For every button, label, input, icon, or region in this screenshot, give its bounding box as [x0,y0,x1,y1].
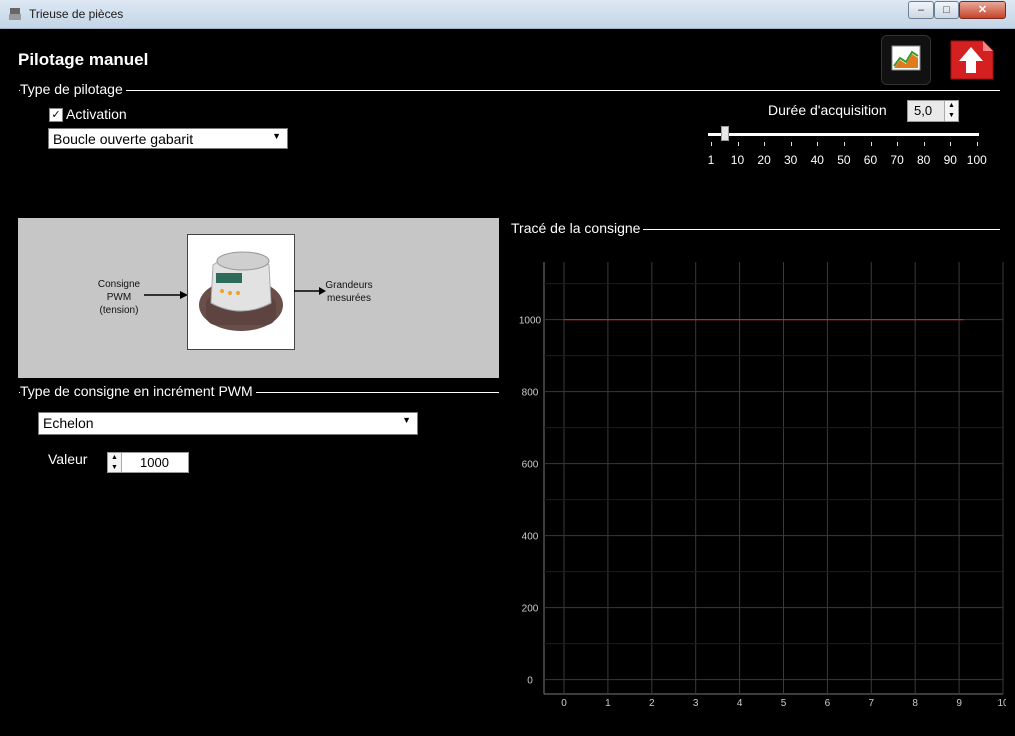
slider-handle[interactable] [721,126,729,141]
activation-label: Activation [66,106,127,122]
maximize-button[interactable]: □ [934,1,959,19]
consigne-section-label: Type de consigne en incrément PWM [20,383,256,399]
slider-tick [737,142,739,146]
diagram-input-line: (tension) [99,305,139,316]
diagram-input-label: Consigne PWM (tension) [90,278,148,317]
slider-tick [870,142,872,146]
y-tick-label: 1000 [519,316,542,327]
x-tick-label: 7 [869,698,875,709]
pilotage-mode-value: Boucle ouverte gabarit [53,131,194,147]
slider-tick [950,142,952,146]
consigne-value-spinbox[interactable]: ▲ ▼ 1000 [107,452,189,473]
slider-tick-label: 90 [943,153,957,167]
page-title: Pilotage manuel [18,50,149,69]
slider-tick-label: 100 [966,153,987,167]
y-tick-label: 600 [522,460,539,471]
x-tick-label: 9 [956,698,962,709]
pilotage-section-label: Type de pilotage [20,81,126,97]
pilotage-mode-select[interactable]: Boucle ouverte gabarit ▼ [48,128,288,149]
x-tick-label: 3 [693,698,699,709]
app-icon [9,8,21,20]
x-tick-label: 6 [825,698,831,709]
slider-tick-label: 50 [837,153,851,167]
slider-tick-label: 20 [757,153,771,167]
upload-arrow-icon [950,40,994,80]
diagram-input-line: PWM [106,292,132,303]
export-button[interactable] [947,35,995,83]
slider-tick [923,142,925,146]
slider-tick [817,142,819,146]
slider-tick-label: 10 [730,153,745,167]
chart-icon [891,45,921,71]
slider-tick [790,142,792,146]
pilotage-divider [19,90,1000,91]
consigne-type-select[interactable]: Echelon ▼ [38,412,418,435]
minimize-button[interactable]: – [908,1,934,19]
diagram-output-label: Grandeurs mesurées [322,279,376,305]
diagram-output-line: Grandeurs [325,280,373,291]
window-title: Trieuse de pièces [29,7,124,21]
y-tick-label: 400 [522,532,539,543]
x-tick-label: 4 [737,698,743,709]
acquisition-value: 5,0 [914,103,933,118]
arrow-right-icon [144,291,188,299]
spin-arrows-icon[interactable]: ▲ ▼ [944,101,958,121]
spin-arrows-icon[interactable]: ▲ ▼ [108,453,122,472]
slider-tick-label: 70 [890,153,904,167]
activation-checkbox[interactable]: ✓ [49,108,63,122]
close-button[interactable]: ✕ [959,1,1006,19]
slider-tick [977,142,978,146]
consigne-type-value: Echelon [43,415,94,431]
chart-button[interactable] [881,35,931,85]
system-diagram: Consigne PWM (tension) Grandeurs mesurée… [18,218,499,378]
slider-tick-label: 40 [810,153,824,167]
x-tick-label: 8 [912,698,918,709]
diagram-output-line: mesurées [327,293,371,304]
slider-tick [711,142,712,146]
acquisition-slider[interactable] [708,133,979,136]
slider-tick [844,142,845,146]
coin-sorter-image [187,234,295,350]
y-tick-label: 200 [522,604,539,615]
y-tick-label: 800 [522,388,539,399]
slider-tick [897,142,899,146]
consigne-value-label: Valeur [48,451,88,467]
slider-tick-label: 80 [917,153,931,167]
x-tick-label: 10 [997,698,1006,709]
acquisition-label: Durée d'acquisition [768,102,887,118]
slider-tick-label: 1 [707,153,715,167]
chevron-down-icon: ▼ [402,415,411,425]
y-tick-label: 0 [527,676,533,687]
title-bar: Trieuse de pièces – □ ✕ [0,0,1015,29]
slider-tick-label: 30 [784,153,798,167]
consigne-value: 1000 [140,455,169,470]
app-window: Trieuse de pièces – □ ✕ Pilotage manuel … [0,0,1015,736]
main-panel: Pilotage manuel Type de pilotage ✓ Activ… [7,29,1008,731]
diagram-input-line: Consigne [97,279,141,290]
x-tick-label: 1 [605,698,611,709]
slider-tick [764,142,766,146]
x-tick-label: 5 [781,698,787,709]
consigne-chart: 0 1 2 3 4 5 6 7 8 9 10 0 200 400 600 800 1000 [519,262,1006,709]
x-tick-label: 2 [649,698,655,709]
chevron-down-icon: ▼ [272,131,281,141]
x-tick-label: 0 [561,698,567,709]
trace-section-label: Tracé de la consigne [511,220,644,236]
slider-tick-label: 60 [863,153,878,167]
acquisition-spinbox[interactable]: 5,0 ▲ ▼ [907,100,959,122]
